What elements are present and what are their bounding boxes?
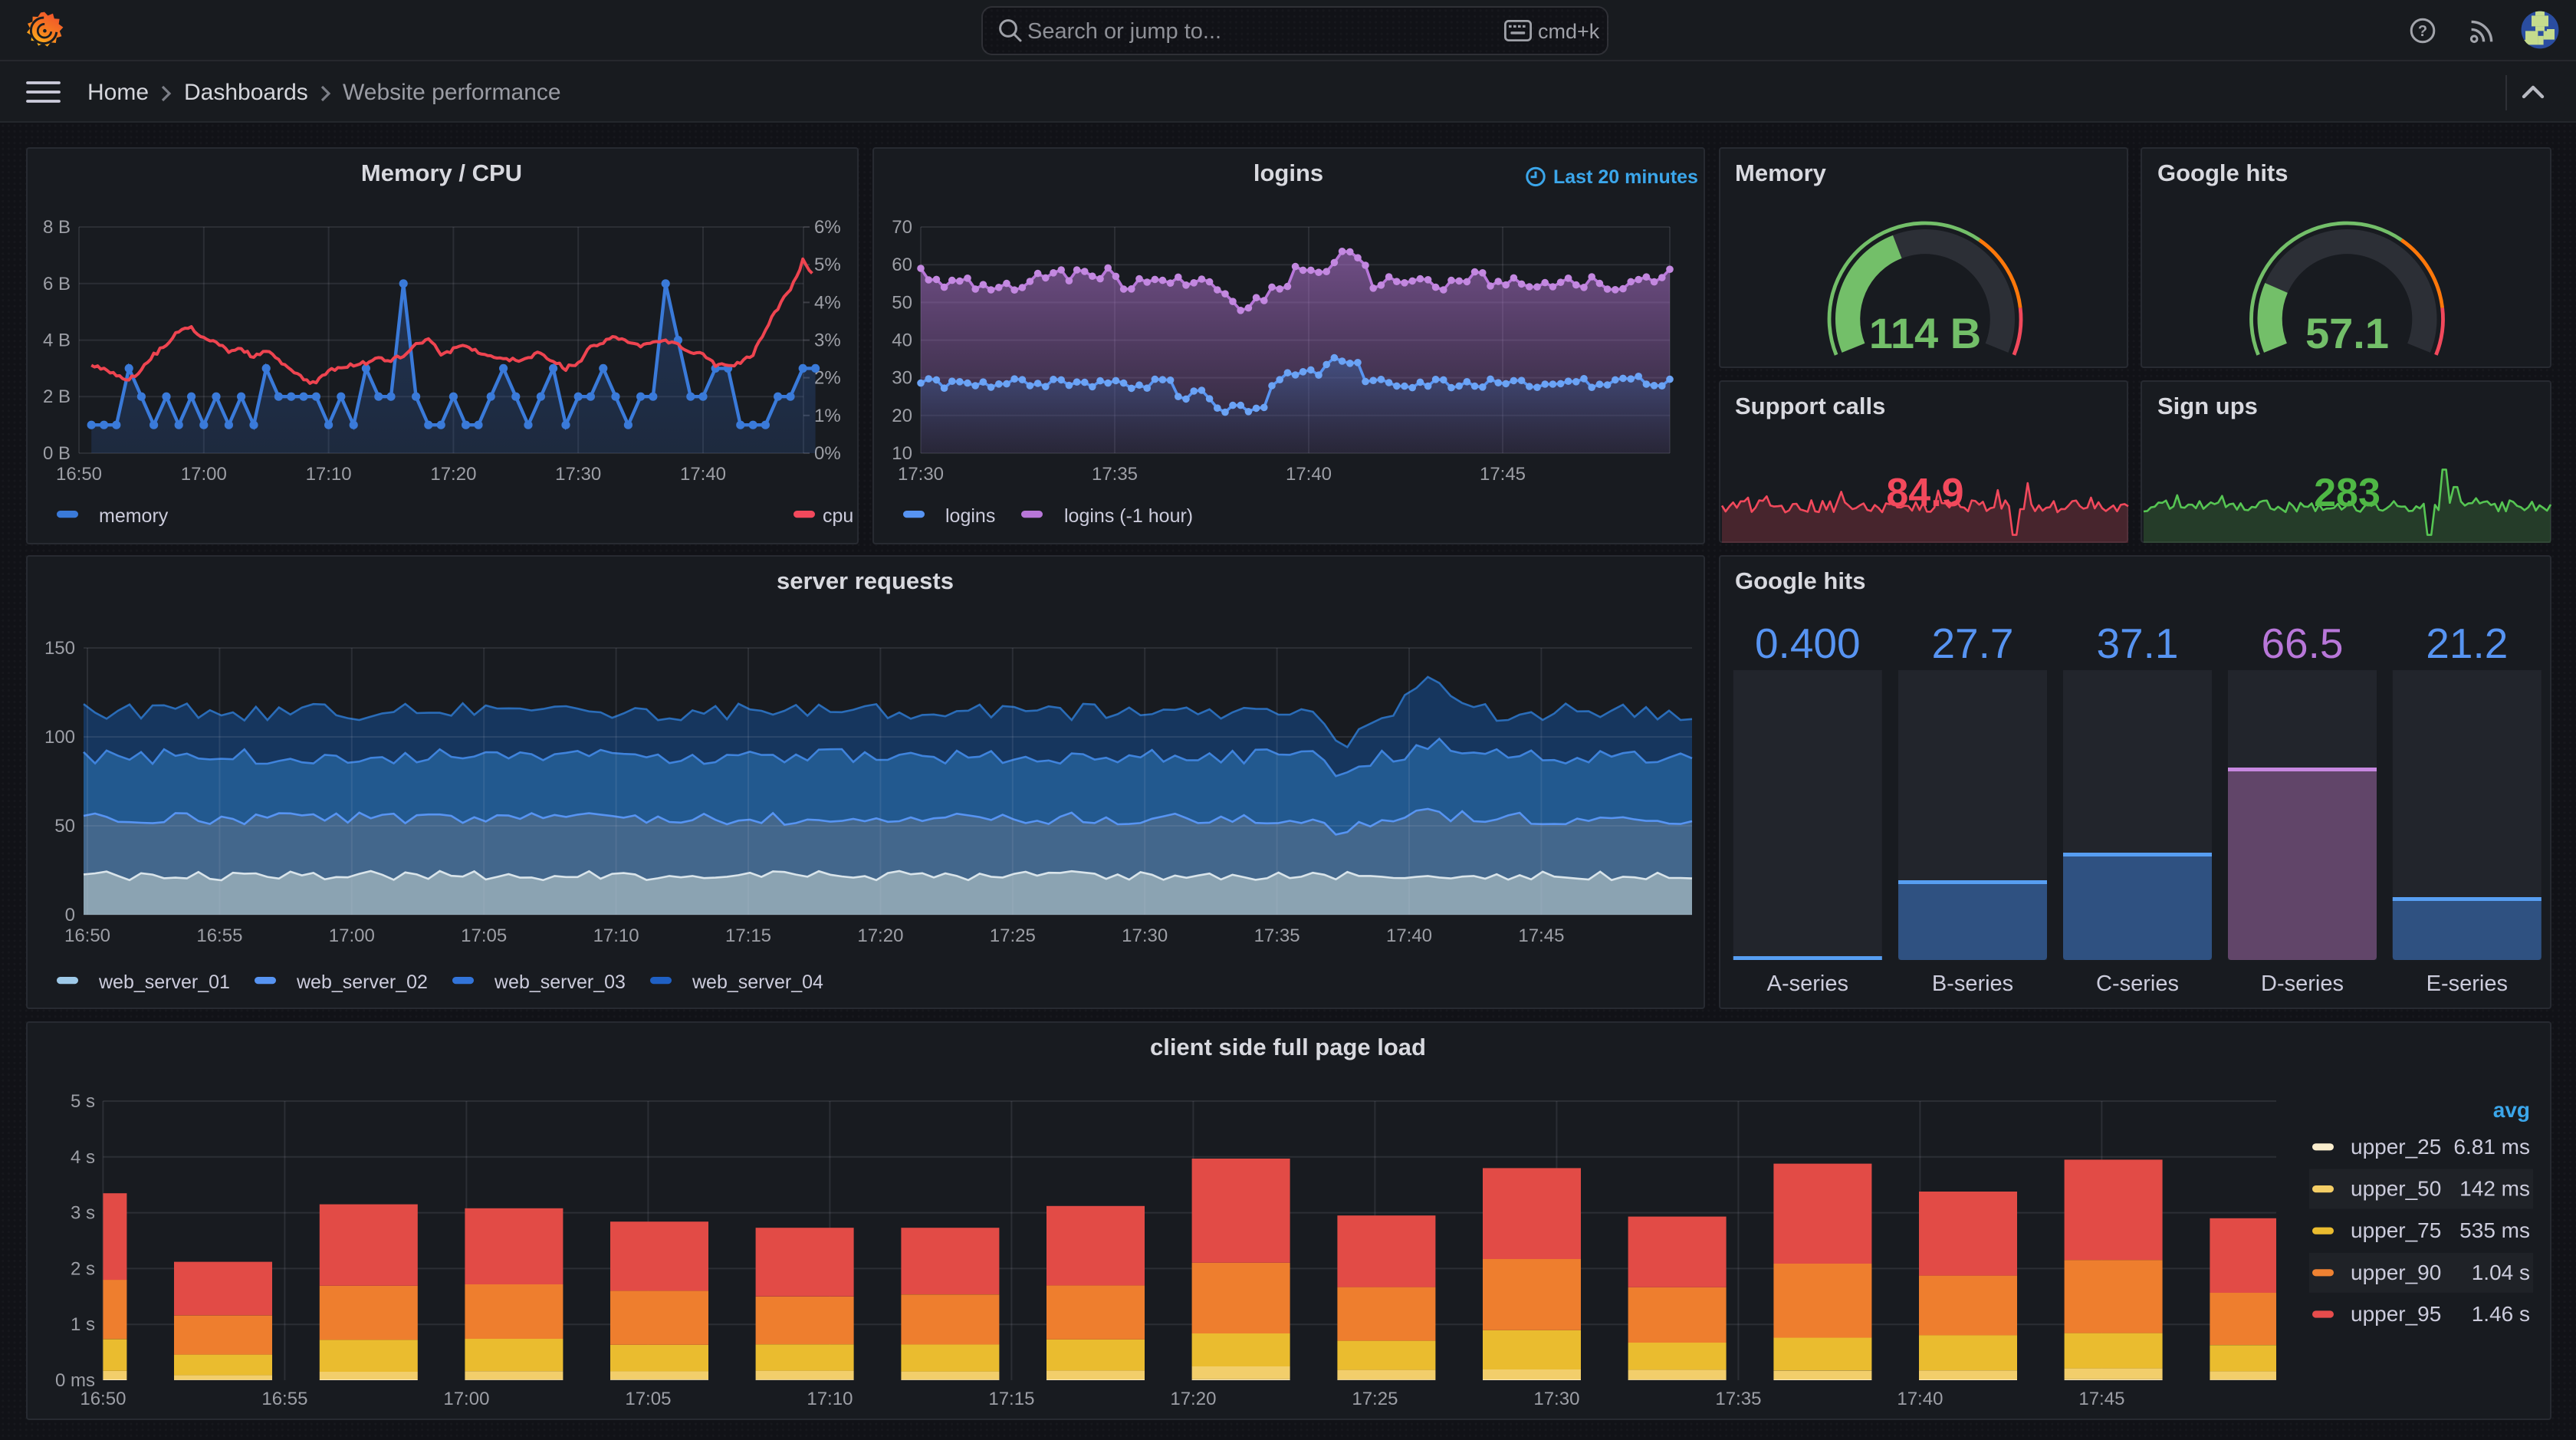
svg-text:1.04 s: 1.04 s <box>2471 1261 2529 1284</box>
svg-text:upper_25: upper_25 <box>2350 1135 2440 1159</box>
svg-text:0: 0 <box>64 905 74 925</box>
svg-text:web_server_01: web_server_01 <box>97 972 229 993</box>
svg-text:30: 30 <box>891 368 912 389</box>
svg-text:2 s: 2 s <box>70 1258 94 1279</box>
svg-text:17:40: 17:40 <box>1896 1389 1942 1409</box>
svg-text:84.9: 84.9 <box>1885 471 1963 515</box>
svg-text:logins (-1 hour): logins (-1 hour) <box>1063 505 1192 527</box>
svg-text:40: 40 <box>891 330 912 351</box>
svg-text:0 B: 0 B <box>42 443 70 464</box>
svg-text:17:20: 17:20 <box>1169 1389 1215 1409</box>
svg-text:2 B: 2 B <box>42 386 70 407</box>
svg-text:66.5: 66.5 <box>2260 620 2342 667</box>
svg-text:17:10: 17:10 <box>806 1389 852 1409</box>
svg-text:17:45: 17:45 <box>1517 925 1563 946</box>
svg-text:17:10: 17:10 <box>593 925 639 946</box>
svg-text:17:30: 17:30 <box>554 464 600 485</box>
svg-text:21.2: 21.2 <box>2425 620 2507 667</box>
svg-text:37.1: 37.1 <box>2095 620 2177 667</box>
svg-text:17:20: 17:20 <box>429 464 475 485</box>
svg-text:D-series: D-series <box>2260 972 2343 996</box>
svg-text:17:00: 17:00 <box>442 1389 488 1409</box>
svg-text:Last 20 minutes: Last 20 minutes <box>1552 166 1697 188</box>
svg-text:4 s: 4 s <box>70 1147 94 1168</box>
svg-text:5%: 5% <box>813 255 840 275</box>
svg-text:16:55: 16:55 <box>196 925 242 946</box>
svg-text:A-series: A-series <box>1766 972 1848 996</box>
svg-text:3%: 3% <box>813 330 840 351</box>
svg-text:17:30: 17:30 <box>1121 925 1167 946</box>
svg-text:17:05: 17:05 <box>624 1389 670 1409</box>
svg-text:3 s: 3 s <box>70 1203 94 1224</box>
svg-text:1%: 1% <box>813 406 840 426</box>
svg-text:17:30: 17:30 <box>897 464 943 485</box>
svg-text:17:25: 17:25 <box>1351 1389 1397 1409</box>
svg-text:16:50: 16:50 <box>55 464 101 485</box>
svg-text:17:25: 17:25 <box>989 925 1035 946</box>
svg-text:27.7: 27.7 <box>1930 620 2013 667</box>
svg-text:17:35: 17:35 <box>1091 464 1137 485</box>
svg-text:17:40: 17:40 <box>1285 464 1331 485</box>
svg-text:16:50: 16:50 <box>64 925 110 946</box>
svg-text:50: 50 <box>891 292 912 313</box>
svg-text:50: 50 <box>54 816 74 837</box>
svg-text:C-series: C-series <box>2095 972 2178 996</box>
svg-text:17:15: 17:15 <box>987 1389 1033 1409</box>
svg-text:0%: 0% <box>813 443 840 464</box>
svg-text:4%: 4% <box>813 292 840 313</box>
svg-text:16:55: 16:55 <box>261 1389 307 1409</box>
svg-text:upper_95: upper_95 <box>2350 1302 2440 1326</box>
svg-text:0 ms: 0 ms <box>54 1370 94 1391</box>
svg-text:142 ms: 142 ms <box>2459 1177 2529 1201</box>
svg-text:17:05: 17:05 <box>460 925 506 946</box>
svg-text:avg: avg <box>2492 1098 2529 1122</box>
svg-text:17:30: 17:30 <box>1533 1389 1579 1409</box>
svg-text:17:35: 17:35 <box>1254 925 1300 946</box>
svg-text:17:40: 17:40 <box>1385 925 1431 946</box>
svg-text:4 B: 4 B <box>42 330 70 351</box>
svg-text:web_server_03: web_server_03 <box>493 972 625 993</box>
svg-text:70: 70 <box>891 217 912 238</box>
svg-text:10: 10 <box>891 443 912 464</box>
svg-text:17:45: 17:45 <box>1479 464 1525 485</box>
svg-text:16:50: 16:50 <box>79 1389 125 1409</box>
svg-text:cpu: cpu <box>822 505 853 527</box>
svg-text:150: 150 <box>44 638 74 659</box>
svg-text:114 B: 114 B <box>1868 309 1980 357</box>
svg-text:web_server_04: web_server_04 <box>691 972 823 993</box>
svg-text:upper_90: upper_90 <box>2350 1261 2440 1284</box>
svg-text:17:20: 17:20 <box>856 925 902 946</box>
svg-text:8 B: 8 B <box>42 217 70 238</box>
svg-text:0.400: 0.400 <box>1754 620 1860 667</box>
svg-text:17:35: 17:35 <box>1714 1389 1760 1409</box>
svg-text:logins: logins <box>945 505 994 527</box>
svg-text:memory: memory <box>98 505 168 527</box>
svg-text:17:10: 17:10 <box>305 464 351 485</box>
svg-text:535 ms: 535 ms <box>2459 1218 2529 1242</box>
svg-text:60: 60 <box>891 255 912 275</box>
svg-text:upper_75: upper_75 <box>2350 1218 2440 1242</box>
svg-text:6.81 ms: 6.81 ms <box>2453 1135 2529 1159</box>
svg-text:6%: 6% <box>813 217 840 238</box>
svg-text:5 s: 5 s <box>70 1091 94 1112</box>
svg-text:web_server_02: web_server_02 <box>295 972 427 993</box>
svg-text:B-series: B-series <box>1931 972 2013 996</box>
svg-text:17:45: 17:45 <box>2078 1389 2124 1409</box>
svg-text:1.46 s: 1.46 s <box>2471 1302 2529 1326</box>
svg-text:17:15: 17:15 <box>724 925 770 946</box>
svg-text:?: ? <box>2418 23 2427 40</box>
svg-text:1 s: 1 s <box>70 1314 94 1335</box>
svg-text:17:40: 17:40 <box>679 464 725 485</box>
svg-text:17:00: 17:00 <box>180 464 226 485</box>
svg-text:17:00: 17:00 <box>328 925 374 946</box>
svg-text:upper_50: upper_50 <box>2350 1177 2440 1201</box>
svg-text:100: 100 <box>44 727 74 748</box>
svg-text:20: 20 <box>891 406 912 426</box>
svg-text:57.1: 57.1 <box>2305 309 2389 357</box>
svg-text:283: 283 <box>2314 471 2380 515</box>
svg-text:E-series: E-series <box>2426 972 2507 996</box>
svg-text:6 B: 6 B <box>42 274 70 294</box>
